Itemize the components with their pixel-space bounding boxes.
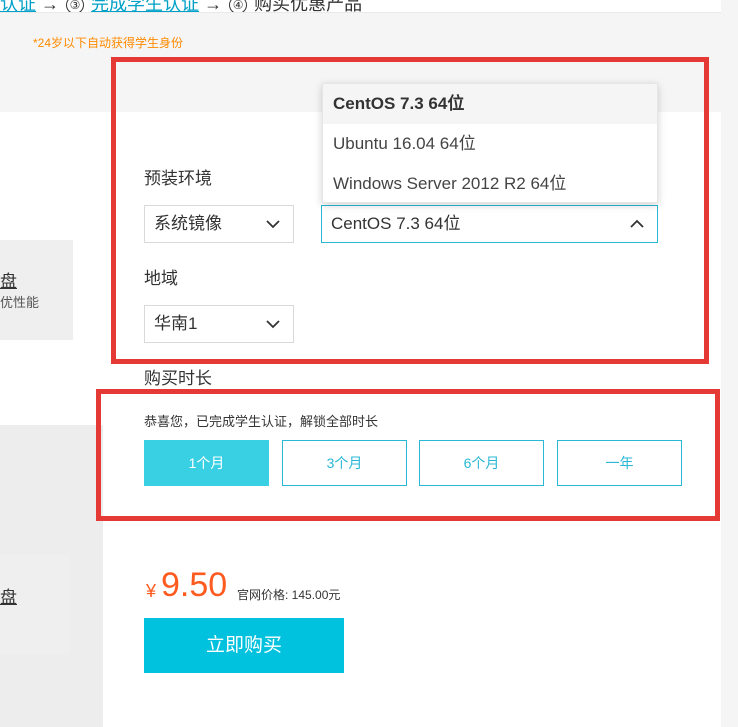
step3-number: ③ [66, 0, 85, 12]
step-arrow: → [204, 0, 223, 13]
step-indicator: 认证 → ③ 完成学生认证 → ④ 购买优惠产品 [0, 0, 363, 13]
top-steps-bar: 认证 → ③ 完成学生认证 → ④ 购买优惠产品 [0, 0, 738, 13]
left-product-card[interactable]: 盘 优性能 [0, 240, 73, 340]
highlight-box-env [111, 57, 709, 364]
step-prev-link[interactable]: 认证 [0, 0, 36, 12]
student-notice: *24岁以下自动获得学生身份 [33, 36, 184, 50]
duration-label: 购买时长 [144, 369, 212, 388]
step3-label[interactable]: 完成学生认证 [91, 0, 199, 12]
step4-number: ④ [229, 0, 248, 12]
price-value: 9.50 [161, 566, 228, 604]
step4-label: 购买优惠产品 [254, 0, 363, 13]
buy-now-button[interactable]: 立即购买 [144, 618, 344, 673]
currency-symbol: ¥ [146, 581, 157, 601]
step-arrow: → [41, 0, 60, 13]
left-card-title: 盘 [0, 588, 17, 607]
left-card-subtitle: 优性能 [0, 295, 40, 310]
left-product-card[interactable]: 盘 [0, 555, 70, 655]
highlight-box-duration [96, 389, 720, 521]
right-gutter [721, 0, 738, 727]
left-card-title: 盘 [0, 272, 17, 291]
official-price: 官网价格: 145.00元 [237, 588, 341, 602]
